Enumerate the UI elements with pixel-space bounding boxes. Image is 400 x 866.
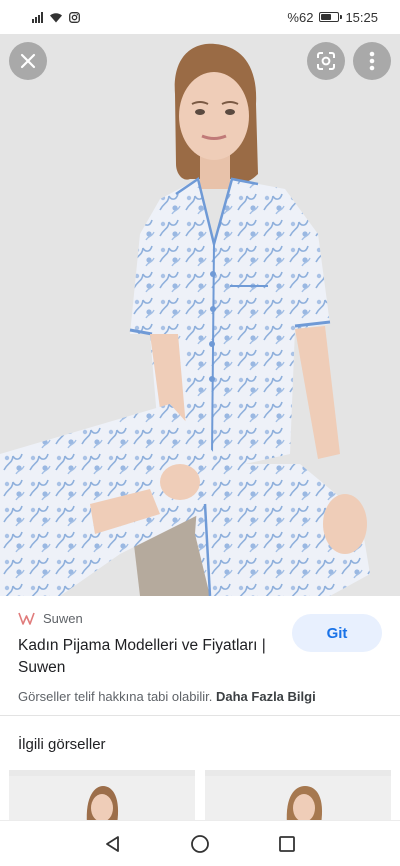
- close-button[interactable]: [9, 42, 47, 80]
- more-info-link[interactable]: Daha Fazla Bilgi: [216, 689, 316, 704]
- close-icon: [20, 53, 36, 69]
- wifi-icon: [50, 12, 62, 22]
- result-title[interactable]: Kadın Pijama Modelleri ve Fiyatları | Su…: [18, 635, 286, 679]
- related-thumbnail[interactable]: [9, 770, 195, 824]
- copyright-notice: Görseller telif hakkına tabi olabilir. D…: [18, 689, 316, 704]
- status-icons-left: [32, 11, 80, 23]
- divider: [0, 715, 400, 716]
- copyright-text: Görseller telif hakkına tabi olabilir.: [18, 689, 213, 704]
- related-thumbnail[interactable]: [205, 770, 391, 824]
- suwen-logo-icon: [18, 612, 35, 625]
- battery-fill: [321, 14, 332, 20]
- recents-square-icon: [278, 835, 295, 852]
- visit-button[interactable]: Git: [292, 614, 382, 652]
- back-triangle-icon: [106, 835, 120, 852]
- more-vert-icon: [369, 51, 375, 71]
- clock: 15:25: [345, 9, 378, 25]
- lens-icon: [317, 52, 335, 70]
- source-name: Suwen: [43, 611, 83, 626]
- recents-button[interactable]: [267, 824, 307, 864]
- signal-icon: [32, 11, 43, 23]
- system-nav-bar: [0, 820, 400, 866]
- battery-icon: [319, 12, 343, 22]
- home-button[interactable]: [180, 824, 220, 864]
- related-images-heading: İlgili görseller: [18, 736, 106, 753]
- more-options-button[interactable]: [353, 42, 391, 80]
- status-icons-right: %62 15:25: [287, 10, 378, 25]
- battery-percent: %62: [287, 9, 314, 25]
- instagram-icon: [69, 11, 80, 23]
- source-row[interactable]: Suwen: [18, 610, 83, 627]
- lens-button[interactable]: [307, 42, 345, 80]
- status-bar: %62 15:25: [0, 0, 400, 34]
- result-info-panel: Suwen Kadın Pijama Modelleri ve Fiyatlar…: [0, 596, 400, 716]
- image-viewer: [0, 34, 400, 596]
- back-button[interactable]: [93, 824, 133, 864]
- home-circle-icon: [191, 834, 209, 853]
